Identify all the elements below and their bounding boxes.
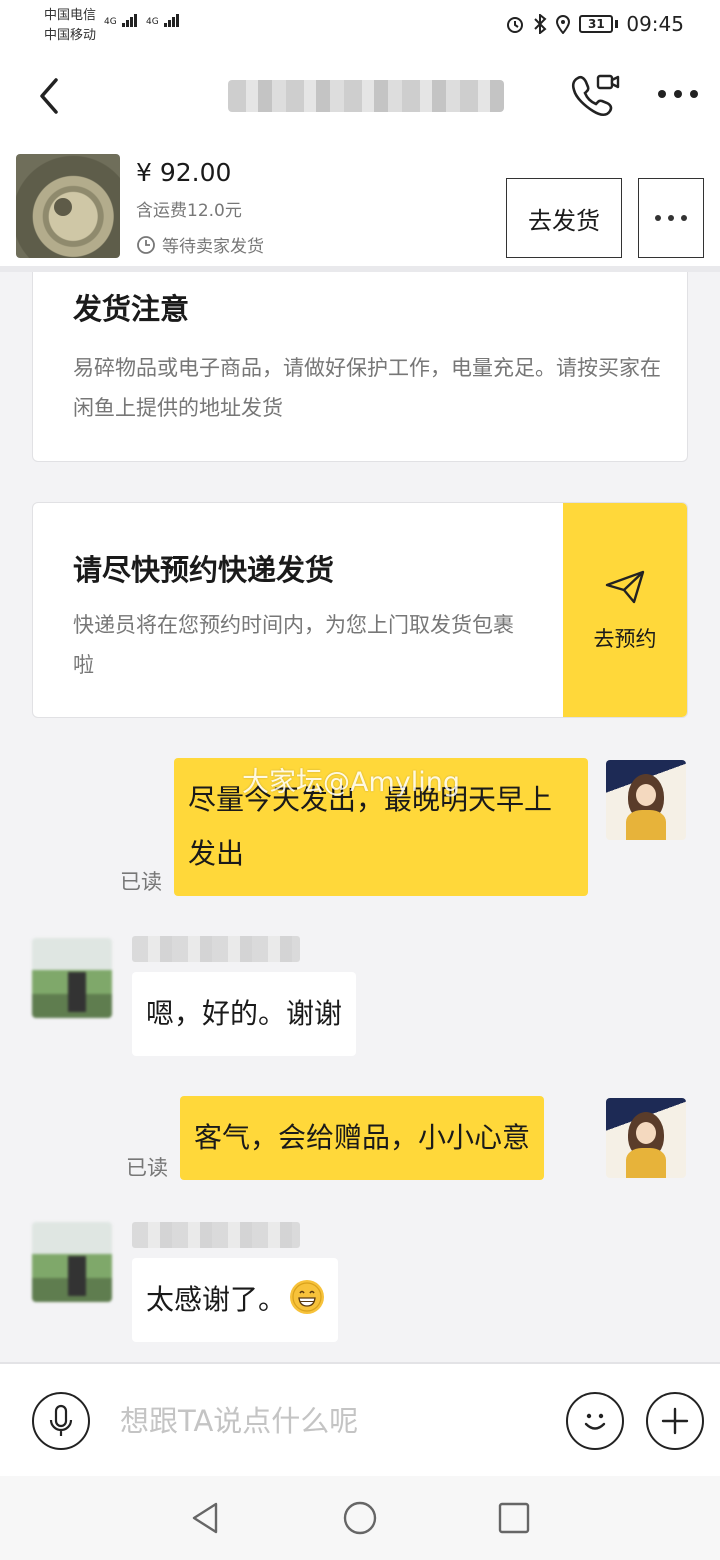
shipping-fee: 含运费12.0元 — [136, 201, 242, 221]
message-input[interactable] — [110, 1392, 550, 1450]
product-thumbnail[interactable] — [16, 154, 120, 258]
order-status: 等待卖家发货 — [136, 232, 264, 257]
location-icon — [556, 15, 571, 34]
chat-header: ██████ ██ ██ — [0, 52, 720, 140]
peer-avatar[interactable] — [32, 938, 112, 1018]
read-receipt: 已读 — [126, 1156, 168, 1180]
signal-2-icon: 4G — [146, 14, 180, 27]
order-more-button[interactable] — [638, 178, 704, 258]
system-home-icon[interactable] — [340, 1498, 380, 1538]
peer-name: ████ — [132, 936, 300, 962]
status-icons: 31 09:45 — [505, 12, 684, 36]
carrier-1: 中国电信 — [44, 8, 97, 23]
carrier-2: 中国移动 — [44, 28, 97, 43]
schedule-pickup-label: 去预约 — [593, 627, 657, 651]
notice-body: 易碎物品或电子商品，请做好保护工作，电量充足。请按买家在闲鱼上提供的地址发货 — [73, 356, 661, 420]
more-dots-icon — [655, 215, 687, 221]
pickup-title: 请尽快预约快递发货 — [73, 553, 335, 587]
self-avatar[interactable] — [606, 760, 686, 840]
carrier-labels: 中国电信 中国移动 — [44, 6, 96, 46]
video-call-icon[interactable] — [568, 70, 620, 122]
smiley-icon — [584, 1413, 606, 1430]
signal-1-icon: 4G — [104, 14, 138, 27]
voice-input-button[interactable] — [32, 1392, 90, 1450]
microphone-icon — [49, 1404, 73, 1436]
more-dots-icon[interactable] — [656, 82, 700, 106]
message-input-bar — [0, 1362, 720, 1476]
plus-icon — [661, 1407, 689, 1435]
message-bubble[interactable]: 嗯，好的。谢谢 — [132, 972, 357, 1056]
system-back-icon[interactable] — [186, 1498, 226, 1538]
paper-plane-icon — [605, 570, 645, 604]
clock-time: 09:45 — [626, 12, 684, 36]
schedule-pickup-button[interactable]: 去预约 — [563, 503, 687, 717]
alarm-icon — [507, 17, 524, 33]
order-summary: ¥ 92.00 含运费12.0元 等待卖家发货 去发货 — [0, 140, 720, 272]
system-navigation-bar — [0, 1476, 720, 1560]
grin-emoji-icon — [290, 1280, 325, 1314]
back-chevron-icon[interactable] — [30, 72, 70, 120]
watermark: 大家坛@Amyling — [242, 767, 461, 798]
order-price: ¥ 92.00 — [136, 158, 232, 187]
battery-icon: 31 — [579, 15, 614, 33]
peer-name: ████ — [132, 1222, 300, 1248]
pickup-reminder-card: 请尽快预约快递发货 快递员将在您预约时间内，为您上门取发货包裹啦 去预约 — [32, 502, 688, 718]
system-recents-icon[interactable] — [494, 1498, 534, 1538]
self-avatar[interactable] — [606, 1098, 686, 1178]
read-receipt: 已读 — [120, 870, 162, 894]
ship-button[interactable]: 去发货 — [506, 178, 622, 258]
bluetooth-icon — [534, 14, 547, 34]
message-bubble[interactable]: 客气，会给赠品，小小心意 — [180, 1096, 545, 1180]
clock-icon — [137, 235, 155, 254]
network-2-label: 4G — [146, 17, 159, 27]
message-text: 太感谢了。 — [146, 1283, 287, 1316]
emoji-button[interactable] — [566, 1392, 624, 1450]
message-bubble[interactable]: 太感谢了。 — [132, 1258, 339, 1342]
order-status-text: 等待卖家发货 — [162, 237, 264, 257]
peer-avatar[interactable] — [32, 1222, 112, 1302]
status-bar: 中国电信 中国移动 4G 4G 31 09:45 — [0, 0, 720, 52]
chat-title: ██████ ██ ██ — [228, 80, 504, 112]
shipping-notice-card: 发货注意 易碎物品或电子商品，请做好保护工作，电量充足。请按买家在闲鱼上提供的地… — [32, 272, 688, 462]
notice-title: 发货注意 — [73, 292, 190, 326]
pickup-body: 快递员将在您预约时间内，为您上门取发货包裹啦 — [73, 613, 514, 677]
network-1-label: 4G — [104, 17, 117, 27]
more-actions-button[interactable] — [646, 1392, 704, 1450]
